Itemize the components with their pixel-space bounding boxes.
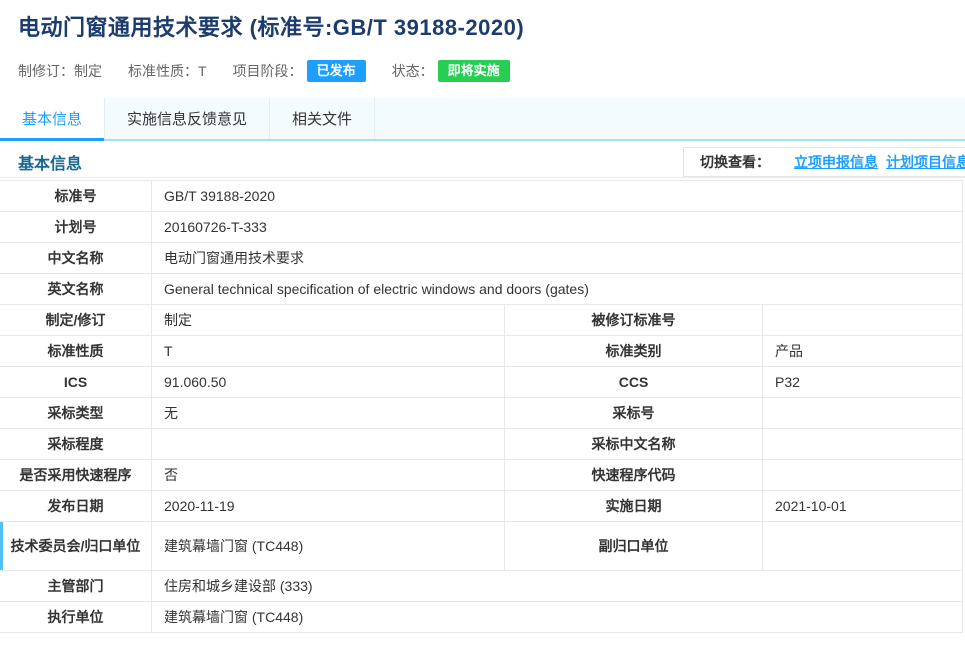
- row-value: 电动门窗通用技术要求: [152, 243, 962, 273]
- table-row: 中文名称电动门窗通用技术要求: [0, 243, 962, 274]
- row-label: 制定/修订: [0, 305, 152, 335]
- row-value: General technical specification of elect…: [152, 274, 962, 304]
- page: { "page_title": "电动门窗通用技术要求 (标准号:GB/T 39…: [0, 0, 965, 649]
- row-value: 住房和城乡建设部 (333): [152, 571, 962, 601]
- row-value: 建筑幕墙门窗 (TC448): [152, 522, 505, 570]
- row-label: 标准性质: [0, 336, 152, 366]
- row-label: 是否采用快速程序: [0, 460, 152, 490]
- table-row: 主管部门住房和城乡建设部 (333): [0, 571, 962, 602]
- meta-line: 制修订： 制定 标准性质： T 项目阶段： 已发布 状态： 即将实施: [18, 60, 947, 82]
- row-value-2: [763, 522, 962, 570]
- table-row: 技术委员会/归口单位建筑幕墙门窗 (TC448)副归口单位: [0, 522, 962, 571]
- row-value-2: [763, 460, 962, 490]
- row-value: T: [152, 336, 505, 366]
- status-badge: 即将实施: [438, 60, 510, 82]
- table-row: 执行单位建筑幕墙门窗 (TC448): [0, 602, 962, 633]
- row-value-2: 2021-10-01: [763, 491, 962, 521]
- table-row: 发布日期2020-11-19实施日期2021-10-01: [0, 491, 962, 522]
- row-value-2: P32: [763, 367, 962, 397]
- row-value: [152, 429, 505, 459]
- row-label-2: 标准类别: [505, 336, 763, 366]
- table-row: 制定/修订制定被修订标准号: [0, 305, 962, 336]
- row-label: 执行单位: [0, 602, 152, 632]
- table-row: 计划号20160726-T-333: [0, 212, 962, 243]
- meta-label: 项目阶段：: [233, 61, 303, 81]
- row-label-2: 快速程序代码: [505, 460, 763, 490]
- meta-item-nature: 标准性质： T: [128, 61, 207, 81]
- row-value-2: 产品: [763, 336, 962, 366]
- tab-bar: 基本信息 实施信息反馈意见 相关文件: [0, 98, 965, 141]
- page-title: 电动门窗通用技术要求 (标准号:GB/T 39188-2020): [18, 13, 947, 43]
- row-label: 采标程度: [0, 429, 152, 459]
- meta-label: 制修订：: [18, 61, 74, 81]
- row-label-2: 采标号: [505, 398, 763, 428]
- link-plan-project-info[interactable]: 计划项目信息: [886, 152, 965, 172]
- row-value-2: [763, 305, 962, 335]
- meta-value: 制定: [74, 61, 102, 81]
- page-header: 电动门窗通用技术要求 (标准号:GB/T 39188-2020) 制修订： 制定…: [0, 0, 965, 82]
- table-row: 采标类型无采标号: [0, 398, 962, 429]
- switch-view-box: 切换查看： 立项申报信息 计划项目信息: [683, 147, 965, 177]
- row-value: 制定: [152, 305, 505, 335]
- row-label: 技术委员会/归口单位: [0, 522, 152, 570]
- row-label: 中文名称: [0, 243, 152, 273]
- section-header: 基本信息 切换查看： 立项申报信息 计划项目信息: [0, 146, 965, 178]
- info-table: 标准号GB/T 39188-2020计划号20160726-T-333中文名称电…: [0, 180, 963, 633]
- row-label: 英文名称: [0, 274, 152, 304]
- section-title: 基本信息: [18, 150, 82, 174]
- tab-related-files[interactable]: 相关文件: [270, 98, 375, 139]
- meta-item-status: 状态： 即将实施: [392, 60, 510, 82]
- stage-badge: 已发布: [307, 60, 366, 82]
- row-label-2: 被修订标准号: [505, 305, 763, 335]
- row-value: 91.060.50: [152, 367, 505, 397]
- row-value: 20160726-T-333: [152, 212, 962, 242]
- row-label: 采标类型: [0, 398, 152, 428]
- table-row: 采标程度 采标中文名称: [0, 429, 962, 460]
- meta-value: T: [198, 63, 207, 79]
- row-label-2: 采标中文名称: [505, 429, 763, 459]
- row-value: 2020-11-19: [152, 491, 505, 521]
- row-label-2: 实施日期: [505, 491, 763, 521]
- table-row: 英文名称General technical specification of e…: [0, 274, 962, 305]
- row-label: 发布日期: [0, 491, 152, 521]
- row-value: GB/T 39188-2020: [152, 181, 962, 211]
- meta-label: 状态：: [392, 61, 434, 81]
- row-value-2: [763, 429, 962, 459]
- link-project-application-info[interactable]: 立项申报信息: [794, 152, 878, 172]
- row-value-2: [763, 398, 962, 428]
- meta-label: 标准性质：: [128, 61, 198, 81]
- row-value: 无: [152, 398, 505, 428]
- switch-view-label: 切换查看：: [700, 152, 770, 172]
- table-row: 是否采用快速程序否快速程序代码: [0, 460, 962, 491]
- meta-item-stage: 项目阶段： 已发布: [233, 60, 366, 82]
- tab-implementation-feedback[interactable]: 实施信息反馈意见: [105, 98, 270, 139]
- row-label: 计划号: [0, 212, 152, 242]
- row-value: 否: [152, 460, 505, 490]
- row-label-2: CCS: [505, 367, 763, 397]
- table-row: 标准性质T标准类别产品: [0, 336, 962, 367]
- row-label-2: 副归口单位: [505, 522, 763, 570]
- row-label: ICS: [0, 367, 152, 397]
- row-label: 主管部门: [0, 571, 152, 601]
- row-value: 建筑幕墙门窗 (TC448): [152, 602, 962, 632]
- meta-item-revision: 制修订： 制定: [18, 61, 102, 81]
- tab-basic-info[interactable]: 基本信息: [0, 98, 105, 139]
- row-label: 标准号: [0, 181, 152, 211]
- table-row: 标准号GB/T 39188-2020: [0, 181, 962, 212]
- table-row: ICS91.060.50CCSP32: [0, 367, 962, 398]
